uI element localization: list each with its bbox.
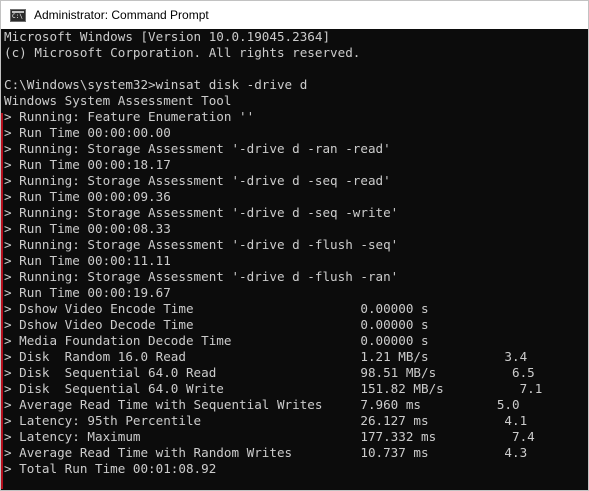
- console-line: > Media Foundation Decode Time 0.00000 s: [4, 333, 429, 348]
- console-line: Windows System Assessment Tool: [4, 93, 232, 108]
- console-line: > Total Run Time 00:01:08.92: [4, 461, 217, 476]
- console-output-area[interactable]: Microsoft Windows [Version 10.0.19045.23…: [1, 29, 588, 490]
- console-line: > Run Time 00:00:19.67: [4, 285, 171, 300]
- cmd-prompt-icon: [10, 8, 26, 22]
- console-line: > Run Time 00:00:00.00: [4, 125, 171, 140]
- title-bar[interactable]: Administrator: Command Prompt: [1, 1, 588, 29]
- console-line: > Disk Sequential 64.0 Read 98.51 MB/s 6…: [4, 365, 535, 380]
- console-line: (c) Microsoft Corporation. All rights re…: [4, 45, 361, 60]
- console-line: > Latency: 95th Percentile 26.127 ms 4.1: [4, 413, 528, 428]
- console-line: > Run Time 00:00:18.17: [4, 157, 171, 172]
- console-line: > Disk Random 16.0 Read 1.21 MB/s 3.4: [4, 349, 528, 364]
- console-line: > Running: Storage Assessment '-drive d …: [4, 141, 391, 156]
- line-marker-strip: [1, 113, 3, 489]
- console-line: > Dshow Video Encode Time 0.00000 s: [4, 301, 429, 316]
- console-line: > Run Time 00:00:11.11: [4, 253, 171, 268]
- console-line: > Run Time 00:00:08.33: [4, 221, 171, 236]
- console-line: > Running: Storage Assessment '-drive d …: [4, 237, 399, 252]
- window-title: Administrator: Command Prompt: [34, 8, 209, 22]
- console-line: Microsoft Windows [Version 10.0.19045.23…: [4, 29, 331, 44]
- console-line: > Average Read Time with Random Writes 1…: [4, 445, 528, 460]
- console-line: > Dshow Video Decode Time 0.00000 s: [4, 317, 429, 332]
- console-line: > Latency: Maximum 177.332 ms 7.4: [4, 429, 535, 444]
- console-line: > Average Read Time with Sequential Writ…: [4, 397, 520, 412]
- console-line: > Running: Feature Enumeration '': [4, 109, 255, 124]
- console-line: > Running: Storage Assessment '-drive d …: [4, 173, 391, 188]
- console-line: > Run Time 00:00:09.36: [4, 189, 171, 204]
- command-prompt-window: Administrator: Command Prompt Microsoft …: [0, 0, 589, 491]
- console-line: > Running: Storage Assessment '-drive d …: [4, 269, 399, 284]
- console-line: > Disk Sequential 64.0 Write 151.82 MB/s…: [4, 381, 543, 396]
- console-line: > Running: Storage Assessment '-drive d …: [4, 205, 399, 220]
- console-line: C:\Windows\system32>winsat disk -drive d: [4, 77, 308, 92]
